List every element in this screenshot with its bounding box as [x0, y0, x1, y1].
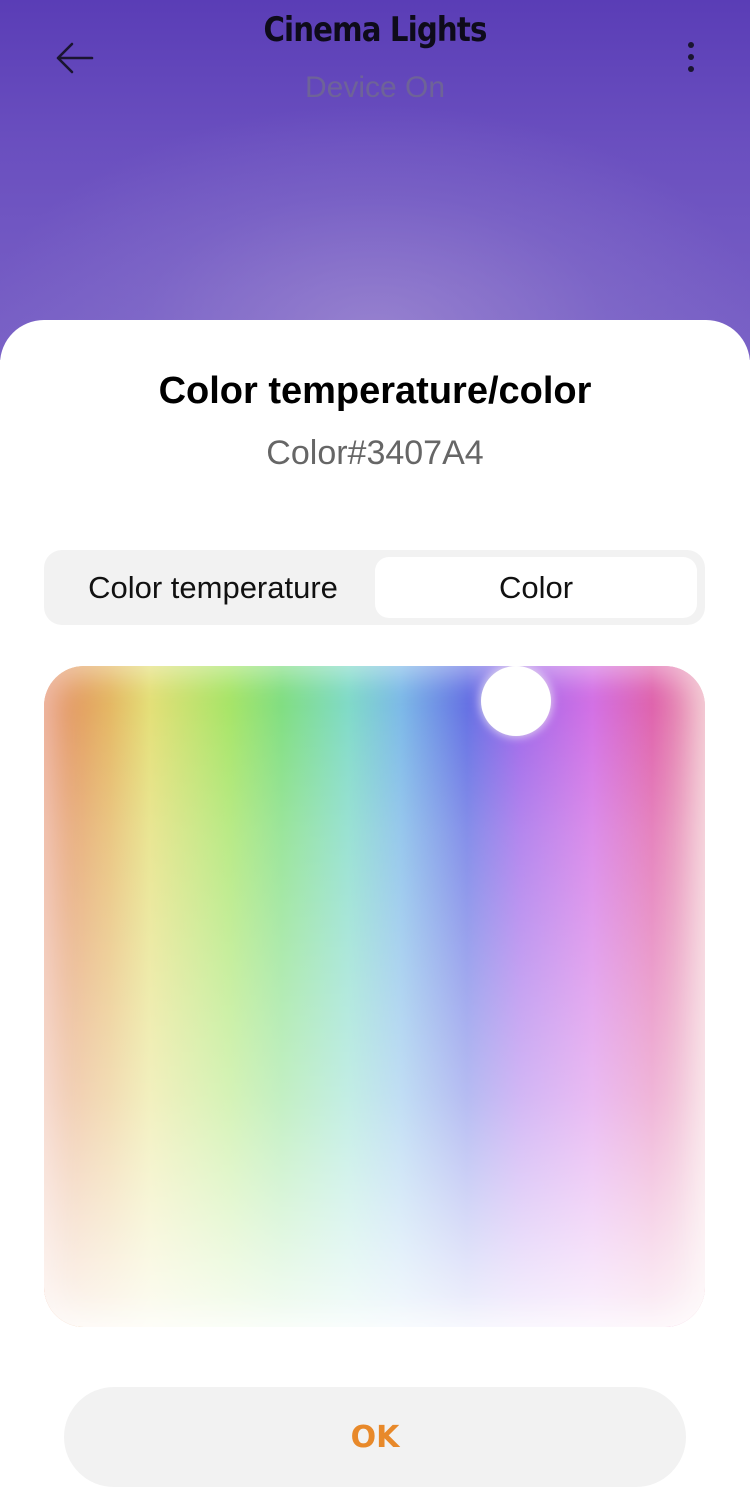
device-status: Device On [304, 71, 446, 104]
more-options-button[interactable] [668, 34, 714, 80]
tab-color[interactable]: Color [375, 557, 697, 618]
device-title: Cinema Lights [263, 10, 487, 50]
header: Cinema Lights Device On [0, 0, 750, 360]
ok-button[interactable]: OK [64, 1387, 686, 1487]
sheet-title: Color temperature/color [158, 370, 592, 412]
more-vertical-icon [688, 42, 694, 48]
tab-color-temperature[interactable]: Color temperature [52, 557, 374, 618]
color-picker-sheet: Color temperature/color Color#3407A4 Col… [0, 320, 750, 1497]
current-color-value: Color#3407A4 [266, 434, 484, 472]
color-spectrum-picker[interactable] [44, 666, 705, 1327]
mode-segmented-control: Color temperature Color [44, 550, 705, 625]
color-picker-thumb[interactable] [481, 666, 551, 736]
